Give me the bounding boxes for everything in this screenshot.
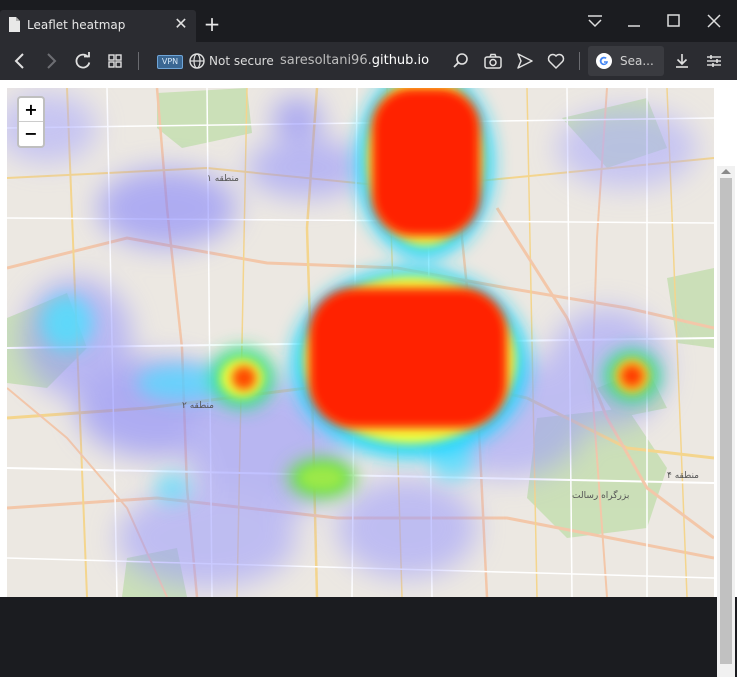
heatmap-map[interactable]: منطقه ۱ منطقه ۲ منطقه ۴ بزرگراه رسالت bbox=[7, 88, 714, 597]
easy-setup-icon[interactable] bbox=[704, 51, 724, 71]
tab-menu-icon[interactable] bbox=[581, 8, 609, 34]
map-canvas[interactable]: منطقه ۱ منطقه ۲ منطقه ۴ بزرگراه رسالت bbox=[7, 88, 714, 597]
scroll-up-icon[interactable] bbox=[721, 169, 731, 174]
camera-icon[interactable] bbox=[483, 51, 503, 71]
url-domain: github.io bbox=[371, 53, 430, 68]
search-label: Sea... bbox=[620, 54, 654, 68]
forward-icon[interactable] bbox=[41, 51, 61, 71]
navigation-toolbar: VPN Not secure saresoltani96.github.io S… bbox=[0, 42, 737, 80]
browser-tab[interactable]: Leaflet heatmap ✕ bbox=[0, 10, 196, 42]
heart-icon[interactable] bbox=[546, 51, 566, 71]
address-bar[interactable]: saresoltani96.github.io bbox=[280, 53, 429, 68]
scroll-thumb[interactable] bbox=[720, 178, 732, 664]
minimize-icon[interactable] bbox=[620, 8, 648, 34]
toolbar-divider bbox=[138, 52, 139, 70]
new-tab-button[interactable]: + bbox=[202, 14, 222, 34]
url-prefix: saresoltani96. bbox=[280, 53, 372, 68]
speed-dial-icon[interactable] bbox=[105, 51, 125, 71]
zoom-control: + − bbox=[17, 96, 45, 148]
district-1-label: منطقه ۱ bbox=[207, 174, 239, 184]
page-icon bbox=[9, 17, 20, 32]
zoom-in-button[interactable]: + bbox=[19, 98, 43, 122]
google-icon bbox=[596, 53, 612, 69]
district-4-label: منطقه ۴ bbox=[667, 471, 699, 481]
reload-icon[interactable] bbox=[73, 51, 93, 71]
close-tab-icon[interactable]: ✕ bbox=[172, 15, 190, 33]
title-bar: Leaflet heatmap ✕ + bbox=[0, 0, 737, 42]
zoom-out-button[interactable]: − bbox=[19, 122, 43, 145]
download-icon[interactable] bbox=[672, 51, 692, 71]
send-icon[interactable] bbox=[515, 51, 535, 71]
district-2-label: منطقه ۲ bbox=[182, 401, 214, 411]
close-window-icon[interactable] bbox=[700, 8, 728, 34]
search-box[interactable]: Sea... bbox=[588, 46, 664, 76]
maximize-icon[interactable] bbox=[660, 8, 688, 34]
back-icon[interactable] bbox=[10, 51, 30, 71]
tab-title: Leaflet heatmap bbox=[27, 18, 126, 32]
vertical-scrollbar[interactable] bbox=[717, 166, 735, 677]
globe-icon[interactable] bbox=[188, 52, 206, 70]
page-content: منطقه ۱ منطقه ۲ منطقه ۴ بزرگراه رسالت bbox=[0, 80, 737, 677]
security-status[interactable]: Not secure bbox=[209, 54, 274, 68]
toolbar-divider bbox=[579, 52, 580, 70]
vpn-badge[interactable]: VPN bbox=[157, 55, 183, 69]
search-icon[interactable] bbox=[451, 51, 471, 71]
highway-label: بزرگراه رسالت bbox=[572, 489, 629, 501]
